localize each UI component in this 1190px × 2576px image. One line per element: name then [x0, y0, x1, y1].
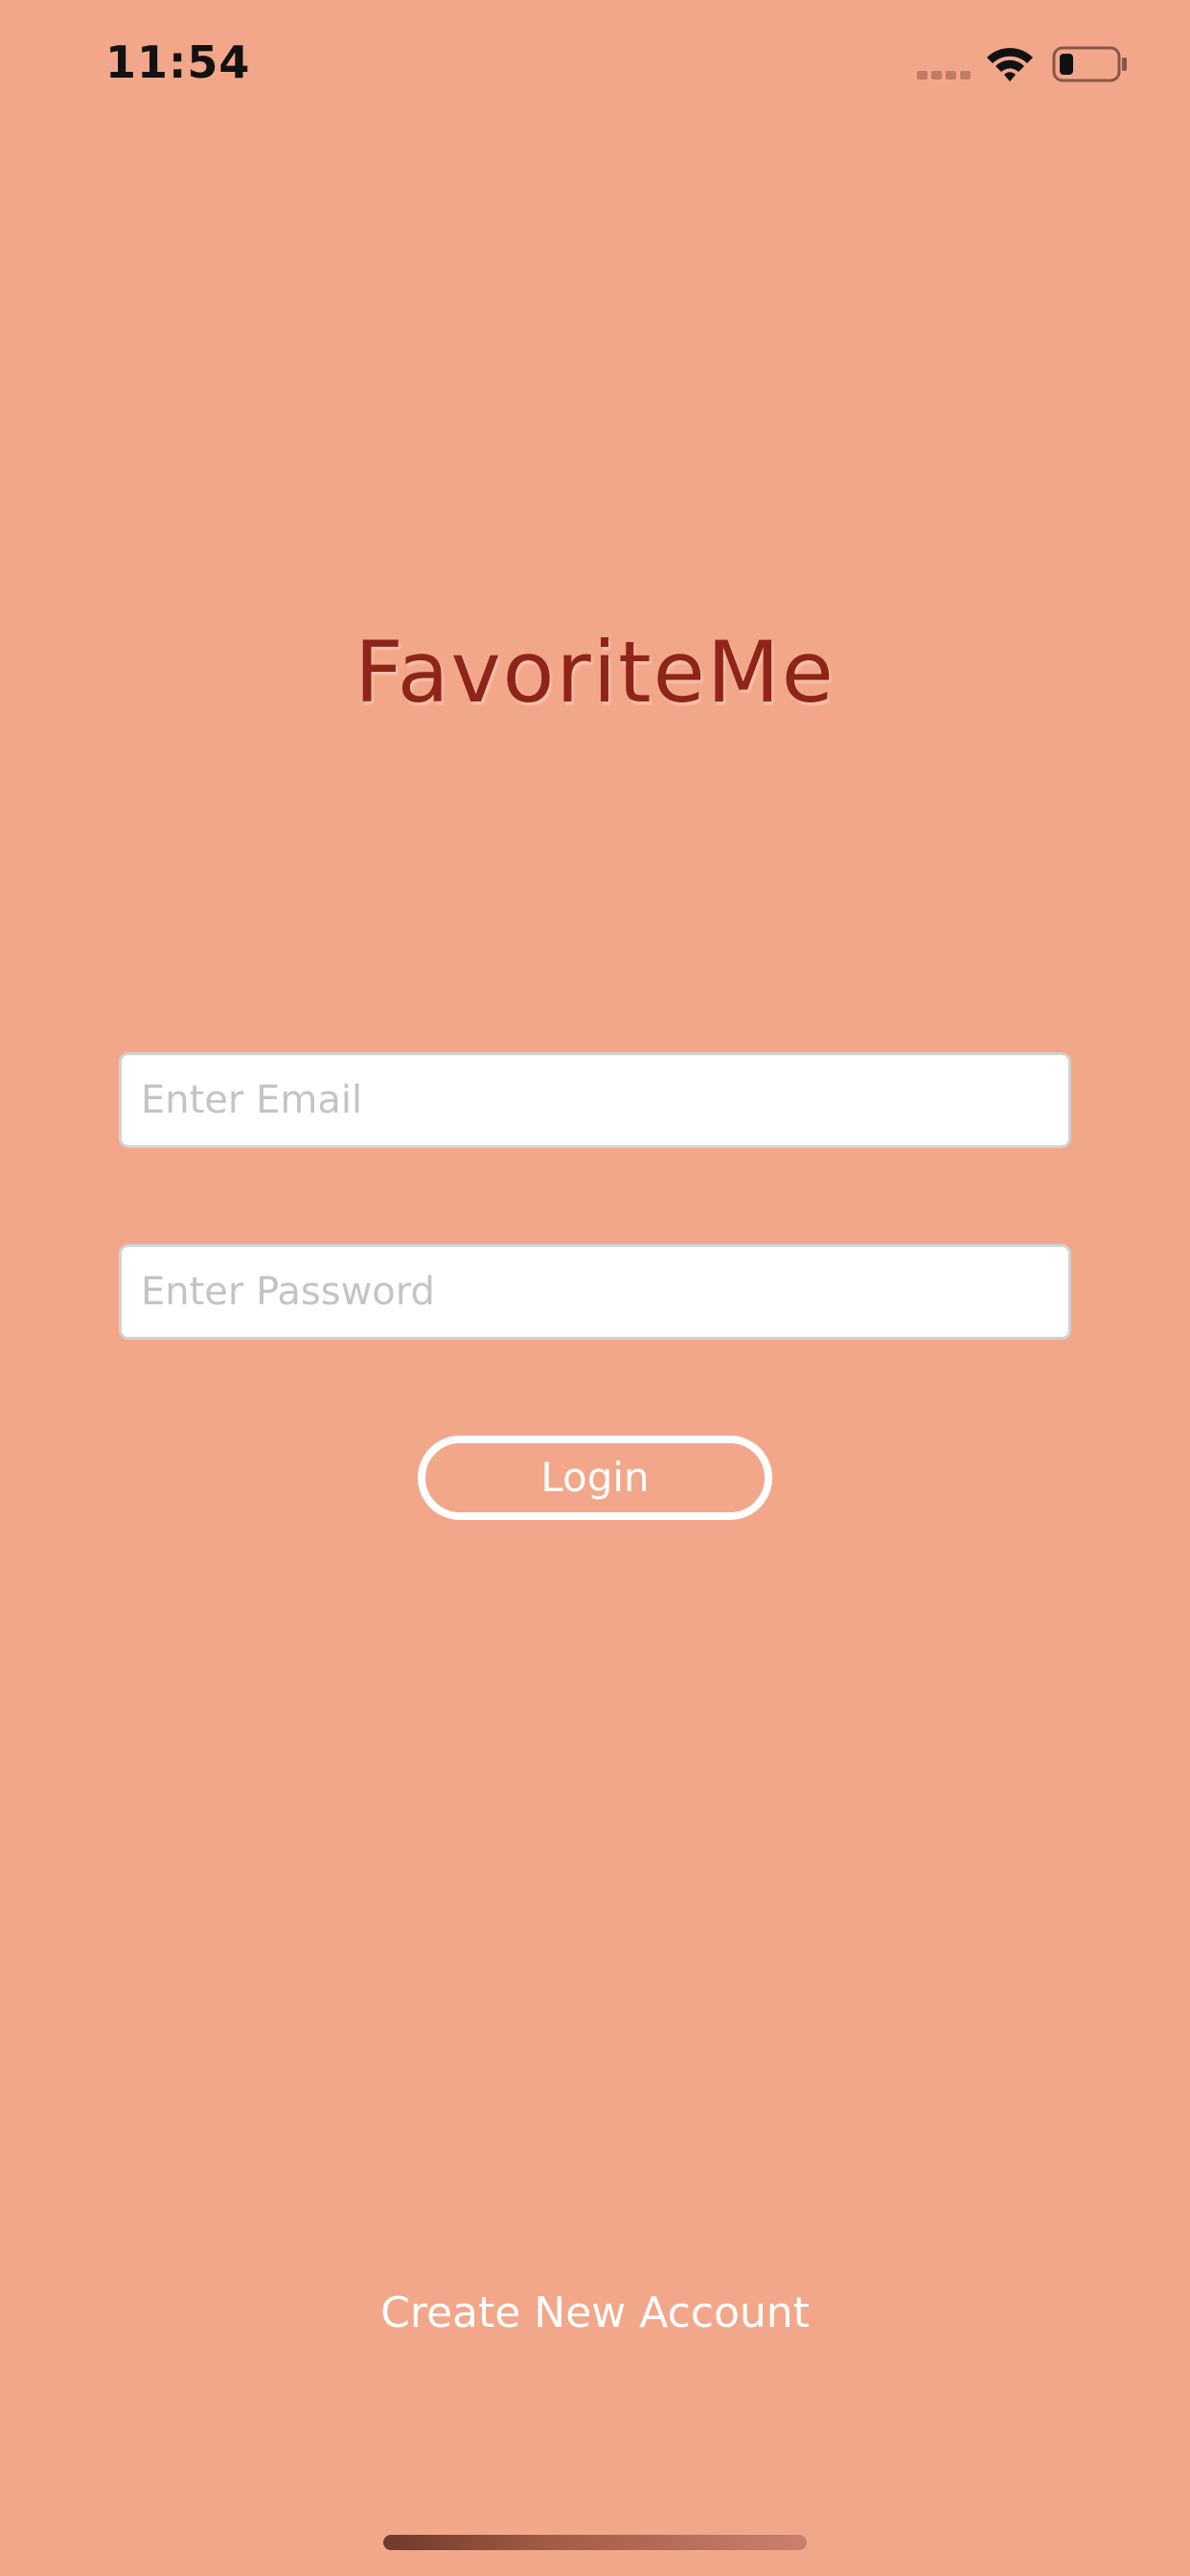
password-field[interactable]: [119, 1244, 1071, 1340]
home-indicator[interactable]: [383, 2535, 807, 2550]
status-time: 11:54: [105, 36, 251, 88]
create-account-link[interactable]: Create New Account: [0, 2288, 1190, 2337]
app-title: FavoriteMe: [355, 623, 835, 722]
email-field[interactable]: [119, 1052, 1071, 1148]
wifi-icon: [987, 48, 1033, 81]
login-button[interactable]: Login: [418, 1436, 772, 1520]
signal-dots-icon: [917, 71, 971, 80]
battery-icon: [1052, 46, 1127, 82]
